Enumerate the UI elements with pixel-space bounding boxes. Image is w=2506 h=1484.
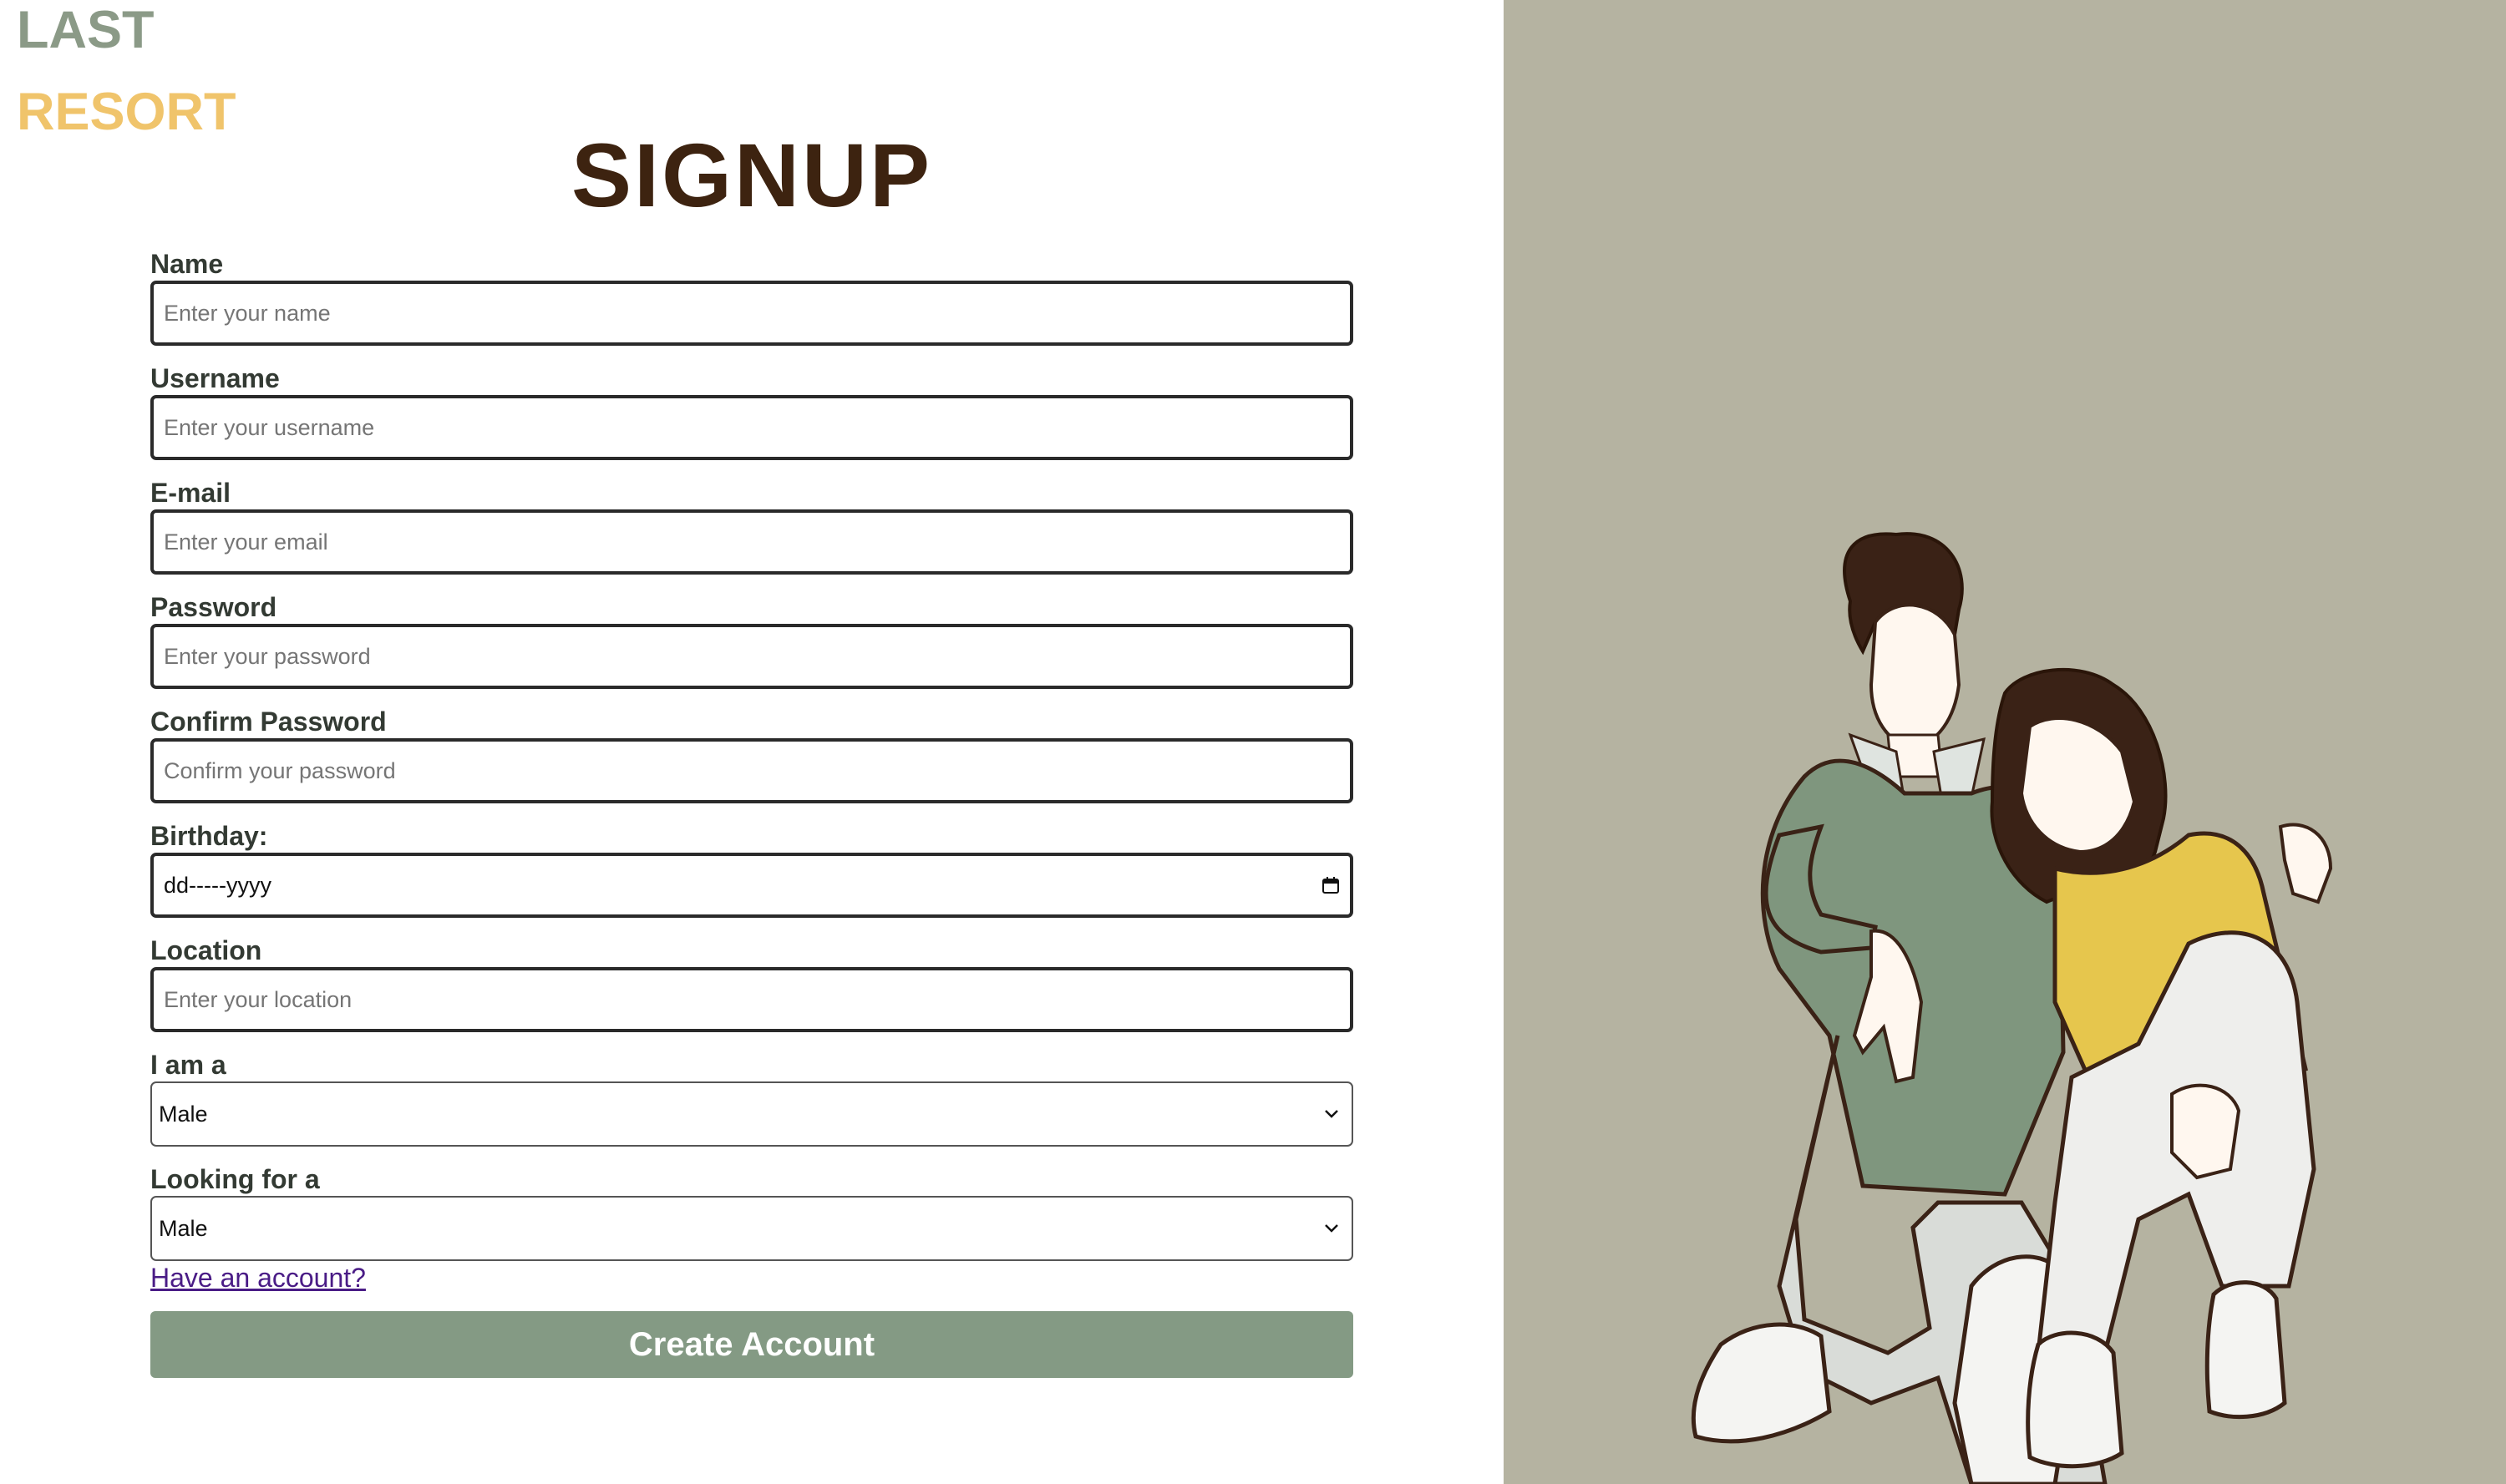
name-input[interactable] (164, 300, 1340, 327)
email-field-group: E-mail (150, 476, 1353, 590)
name-field-group: Name (150, 247, 1353, 362)
birthday-field-group: Birthday: dd-----yyyy (150, 819, 1353, 934)
location-input-box[interactable] (150, 967, 1353, 1032)
looking-for-field-group: Looking for a Male (150, 1162, 1353, 1261)
brand-logo: LAST RESORT (17, 0, 236, 142)
illustration-panel (1504, 0, 2506, 1484)
couple-illustration (1691, 532, 2333, 1484)
email-input-box[interactable] (150, 509, 1353, 575)
birthday-input[interactable]: dd-----yyyy (150, 853, 1353, 918)
password-label: Password (150, 592, 277, 622)
birthday-value: dd-----yyyy (164, 872, 271, 898)
looking-for-select[interactable]: Male (150, 1196, 1353, 1261)
location-label: Location (150, 935, 262, 965)
confirm-password-input-box[interactable] (150, 738, 1353, 803)
password-field-group: Password (150, 590, 1353, 705)
confirm-password-input[interactable] (164, 757, 1340, 784)
calendar-icon[interactable] (1321, 876, 1340, 894)
confirm-password-field-group: Confirm Password (150, 705, 1353, 819)
password-input[interactable] (164, 643, 1340, 670)
signup-page: LAST RESORT SIGNUP Name Username E-mail (0, 0, 2506, 1484)
signup-form: Name Username E-mail Password (150, 247, 1353, 1378)
chevron-down-icon (1325, 1224, 1338, 1233)
location-input[interactable] (164, 986, 1340, 1013)
have-account-link[interactable]: Have an account? (150, 1261, 1353, 1294)
name-label: Name (150, 249, 224, 279)
i-am-label: I am a (150, 1050, 226, 1080)
page-title: SIGNUP (571, 124, 933, 225)
brand-line-1: LAST (17, 1, 155, 59)
create-account-button[interactable]: Create Account (150, 1311, 1353, 1378)
signup-panel: LAST RESORT SIGNUP Name Username E-mail (0, 0, 1504, 1484)
username-input[interactable] (164, 414, 1340, 441)
looking-for-selected: Male (159, 1215, 208, 1241)
i-am-select[interactable]: Male (150, 1081, 1353, 1147)
i-am-selected: Male (159, 1101, 208, 1127)
confirm-password-label: Confirm Password (150, 707, 387, 737)
username-field-group: Username (150, 362, 1353, 476)
name-input-box[interactable] (150, 281, 1353, 346)
birthday-label: Birthday: (150, 821, 268, 851)
email-label: E-mail (150, 478, 231, 508)
i-am-field-group: I am a Male (150, 1048, 1353, 1162)
chevron-down-icon (1325, 1110, 1338, 1118)
username-label: Username (150, 363, 280, 393)
password-input-box[interactable] (150, 624, 1353, 689)
location-field-group: Location (150, 934, 1353, 1048)
username-input-box[interactable] (150, 395, 1353, 460)
looking-for-label: Looking for a (150, 1164, 320, 1194)
email-input[interactable] (164, 529, 1340, 555)
